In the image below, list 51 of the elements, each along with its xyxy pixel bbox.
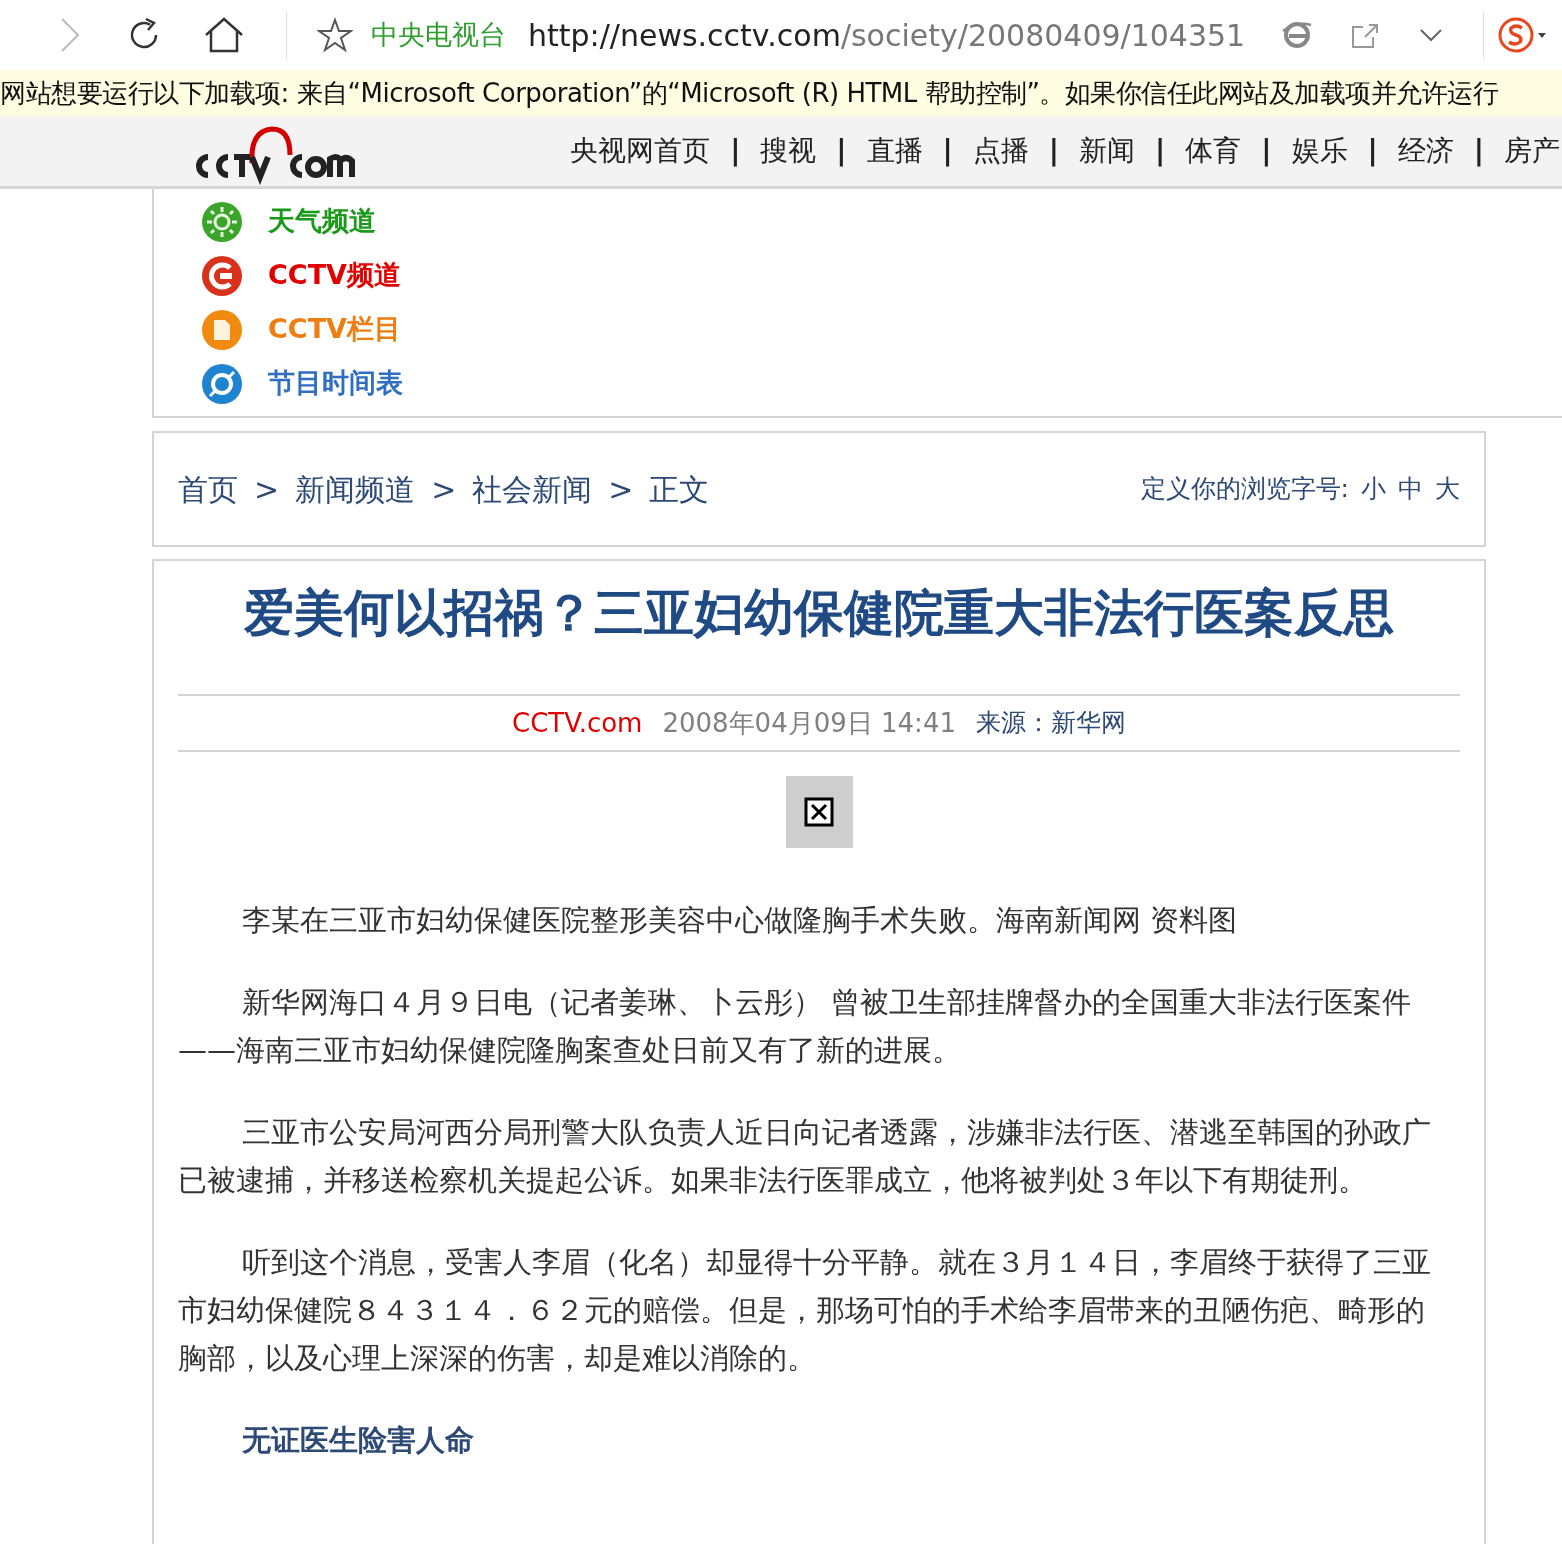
publish-date: 2008年04月09日 14:41 <box>662 706 956 740</box>
nav-link[interactable]: 直播 <box>866 130 923 172</box>
nav-link[interactable]: 新闻 <box>1079 130 1136 172</box>
address-field[interactable]: http://news.cctv.com/society/20080409/104351 <box>528 12 1246 58</box>
font-size-link[interactable]: 小 <box>1361 470 1386 508</box>
nav-link[interactable]: 央视网首页 <box>570 130 711 172</box>
document-icon[interactable] <box>200 307 244 352</box>
article-title: 爱美何以招祸？三亚妇幼保健院重大非法行医案反思 <box>243 582 1395 644</box>
channel-link[interactable]: 天气频道 <box>268 201 376 242</box>
nav-separator: | <box>942 133 953 169</box>
site-link[interactable]: CCTV.com <box>512 703 643 743</box>
font-size-link[interactable]: 中 <box>1398 470 1423 508</box>
breadcrumb-link[interactable]: 新闻频道 <box>295 466 416 512</box>
addon-warning-text: 网站想要运行以下加载项: 来自“Microsoft Corporation”的“Microsoft (R) HTML 帮助控制”。如果你信任此网站及加载项并允许运行 <box>0 76 1499 110</box>
image-caption: 李某在三亚市妇幼保健医院整形美容中心做隆胸手术失败。海南新闻网 资料图 <box>240 902 1238 939</box>
chevron-down-icon[interactable] <box>1419 27 1444 43</box>
breadcrumb-separator: > <box>431 470 457 509</box>
breadcrumb-link[interactable]: 社会新闻 <box>472 466 593 512</box>
nav-separator: | <box>836 133 847 169</box>
nav-separator: | <box>1367 133 1378 169</box>
channel-link[interactable]: 节目时间表 <box>268 363 403 404</box>
nav-link[interactable]: 娱乐 <box>1291 130 1348 172</box>
nav-separator: | <box>1473 133 1484 169</box>
font-size-link[interactable]: 大 <box>1435 470 1460 508</box>
nav-link[interactable]: 经济 <box>1397 130 1454 172</box>
star-icon[interactable] <box>317 17 353 53</box>
sun-icon[interactable] <box>200 199 244 244</box>
font-size-label: 定义你的浏览字号: <box>1140 473 1349 506</box>
breadcrumb-separator: > <box>254 470 280 509</box>
sogou-s-icon[interactable] <box>1498 15 1549 55</box>
source-text: 来源：新华网 <box>975 707 1126 740</box>
breadcrumb-link[interactable]: 正文 <box>649 466 710 512</box>
letter-c-icon[interactable] <box>200 253 244 298</box>
site-name: 中央电视台 <box>371 17 506 52</box>
nav-link[interactable]: 搜视 <box>760 130 817 172</box>
article-paragraph: 三亚市公安局河西分局刑警大队负责人近日向记者透露，涉嫌非法行医、潜逃至韩国的孙政广已被逮捕，并移送检察机关提起公诉。如果非法行医罪成立，他将被判处３年以下有期徒刑。 <box>178 1114 1432 1199</box>
nav-link[interactable]: 房产 <box>1504 130 1560 172</box>
disc-icon[interactable] <box>200 361 244 406</box>
article-paragraph: 新华网海口４月９日电（记者姜琳、卜云彤） 曾被卫生部挂牌督办的全国重大非法行医案件——海南三亚市妇幼保健院隆胸案查处日前又有了新的进展。 <box>178 984 1412 1069</box>
nav-link[interactable]: 点播 <box>972 130 1029 172</box>
nav-separator: | <box>730 133 741 169</box>
article-paragraph: 听到这个消息，受害人李眉（化名）却显得十分平静。就在３月１４日，李眉终于获得了三亚市妇幼保健院８４３１４．６２元的赔偿。但是，那场可怕的手术给李眉带来的丑陋伤疤、畸形的胸部，以及心理上深深的伤害，却是难以消除的。 <box>178 1244 1432 1377</box>
breadcrumb-separator: > <box>608 470 634 509</box>
broken-image-icon[interactable] <box>804 797 834 827</box>
breadcrumb-link[interactable]: 首页 <box>178 466 238 512</box>
nav-separator: | <box>1261 133 1272 169</box>
nav-separator: | <box>1048 133 1060 169</box>
nav-separator: | <box>1155 133 1166 169</box>
section-heading: 无证医生险害人命 <box>240 1422 475 1459</box>
channel-link[interactable]: CCTV频道 <box>268 255 401 296</box>
nav-link[interactable]: 体育 <box>1185 130 1242 172</box>
